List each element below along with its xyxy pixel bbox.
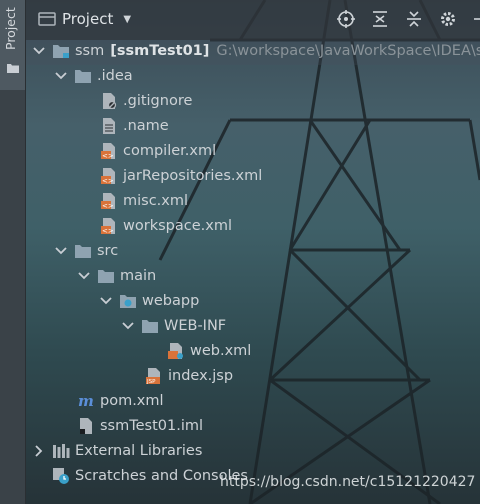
tree-node-src[interactable]: src bbox=[54, 238, 118, 263]
tree-label: .name bbox=[123, 117, 169, 134]
collapse-all-icon[interactable] bbox=[404, 8, 424, 30]
library-icon bbox=[52, 442, 70, 460]
svg-text:m: m bbox=[78, 392, 94, 410]
tree-label: webapp bbox=[142, 292, 200, 309]
tree-label: .idea bbox=[97, 67, 133, 84]
chevron-down-icon[interactable] bbox=[32, 46, 46, 55]
maven-icon: m bbox=[77, 392, 95, 410]
view-selector[interactable]: Project ▼ bbox=[38, 10, 131, 28]
tree-label: ssmTest01.iml bbox=[100, 417, 204, 434]
chevron-down-icon: ▼ bbox=[123, 13, 132, 25]
chevron-down-icon[interactable] bbox=[121, 321, 135, 330]
tree-node-webapp[interactable]: webapp bbox=[99, 288, 199, 313]
tree-label: compiler.xml bbox=[123, 142, 217, 159]
module-file-icon bbox=[77, 417, 95, 435]
tree-label: index.jsp bbox=[168, 367, 234, 384]
tree-node-name[interactable]: .name bbox=[100, 113, 169, 138]
module-folder-icon bbox=[52, 42, 70, 60]
locate-icon[interactable] bbox=[336, 8, 356, 30]
tree-node-main[interactable]: main bbox=[77, 263, 156, 288]
xml-file-icon: <> bbox=[100, 142, 118, 160]
settings-icon[interactable] bbox=[438, 8, 458, 30]
svg-text:JSP: JSP bbox=[146, 379, 156, 385]
expand-all-icon[interactable] bbox=[370, 8, 390, 30]
project-tool-window-tab[interactable]: Project bbox=[0, 0, 25, 90]
web-xml-icon bbox=[167, 342, 185, 360]
chevron-down-icon[interactable] bbox=[77, 271, 91, 280]
scratches-icon bbox=[52, 467, 70, 485]
xml-file-icon: <> bbox=[100, 167, 118, 185]
tree-label: jarRepositories.xml bbox=[123, 167, 263, 184]
tree-label: main bbox=[120, 267, 157, 284]
project-tab-label: Project bbox=[3, 7, 18, 50]
root-path: G:\workspace\JavaWorkSpace\IDEA\ss bbox=[216, 42, 480, 59]
xml-file-icon: <> bbox=[100, 192, 118, 210]
chevron-down-icon[interactable] bbox=[54, 71, 68, 80]
svg-text:<>: <> bbox=[102, 177, 114, 185]
view-title: Project bbox=[62, 10, 114, 28]
tree-node-indexjsp[interactable]: JSP index.jsp bbox=[145, 363, 233, 388]
tree-node-idea[interactable]: .idea bbox=[54, 63, 133, 88]
tree-node-webinf[interactable]: WEB-INF bbox=[121, 313, 226, 338]
svg-text:<>: <> bbox=[102, 152, 114, 160]
tree-label: .gitignore bbox=[123, 92, 193, 109]
folder-icon bbox=[74, 242, 92, 260]
tree-node-pom[interactable]: m pom.xml bbox=[77, 388, 164, 413]
tool-window-strip: Project bbox=[0, 0, 26, 504]
tree-node-root[interactable]: ssm [ssmTest01] G:\workspace\JavaWorkSpa… bbox=[32, 38, 480, 63]
tree-label: src bbox=[97, 242, 119, 259]
root-module: [ssmTest01] bbox=[110, 42, 210, 59]
chevron-right-icon[interactable] bbox=[32, 444, 46, 457]
web-folder-icon bbox=[119, 292, 137, 310]
ignored-file-icon bbox=[100, 92, 118, 110]
tree-node-gitignore[interactable]: .gitignore bbox=[100, 88, 192, 113]
root-name: ssm bbox=[75, 42, 105, 59]
tree-node-misc[interactable]: <> misc.xml bbox=[100, 188, 188, 213]
tree-node-webxml[interactable]: web.xml bbox=[167, 338, 251, 363]
tree-label: workspace.xml bbox=[123, 217, 232, 234]
chevron-down-icon[interactable] bbox=[99, 296, 113, 305]
tree-label: WEB-INF bbox=[164, 317, 227, 334]
folder-icon bbox=[97, 267, 115, 285]
xml-file-icon: <> bbox=[100, 217, 118, 235]
tree-label: External Libraries bbox=[75, 442, 203, 459]
tree-node-workspace[interactable]: <> workspace.xml bbox=[100, 213, 232, 238]
jsp-file-icon: JSP bbox=[145, 367, 163, 385]
tree-label: misc.xml bbox=[123, 192, 189, 209]
folder-icon bbox=[141, 317, 159, 335]
tree-node-iml[interactable]: ssmTest01.iml bbox=[77, 413, 203, 438]
project-view-icon bbox=[38, 12, 56, 26]
tree-node-compiler[interactable]: <> compiler.xml bbox=[100, 138, 216, 163]
folder-icon bbox=[7, 64, 19, 73]
svg-text:<>: <> bbox=[102, 227, 114, 235]
svg-text:<>: <> bbox=[102, 202, 114, 210]
header-toolbar bbox=[336, 8, 480, 30]
chevron-down-icon[interactable] bbox=[54, 246, 68, 255]
tree-label: pom.xml bbox=[100, 392, 164, 409]
tree-node-external-libraries[interactable]: External Libraries bbox=[32, 438, 202, 463]
hide-icon[interactable] bbox=[472, 8, 480, 30]
project-header: Project ▼ bbox=[26, 0, 480, 40]
text-file-icon bbox=[100, 117, 118, 135]
folder-icon bbox=[74, 67, 92, 85]
tree-node-jarrepo[interactable]: <> jarRepositories.xml bbox=[100, 163, 262, 188]
watermark: https://blog.csdn.net/c15121220427 bbox=[220, 474, 476, 490]
tree-node-scratches[interactable]: Scratches and Consoles bbox=[52, 463, 248, 488]
tree-label: web.xml bbox=[190, 342, 252, 359]
